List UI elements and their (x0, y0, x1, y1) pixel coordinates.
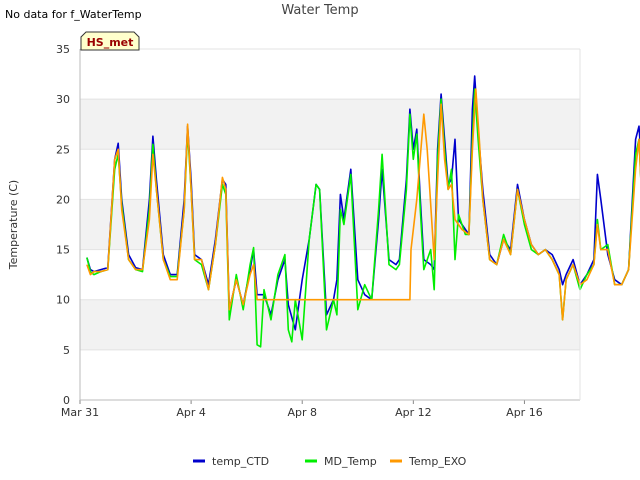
legend-label: Temp_EXO (408, 455, 467, 468)
y-tick-label: 30 (56, 93, 70, 106)
y-tick-label: 10 (56, 294, 70, 307)
x-tick-label: Apr 16 (506, 406, 543, 419)
y-tick-label: 15 (56, 244, 70, 257)
legend-label: temp_CTD (212, 455, 269, 468)
chart-title: Water Temp (281, 3, 358, 18)
water-temp-chart: 05101520253035Mar 31 Apr 4 Apr 8 Apr 12 Apr … (7, 3, 640, 468)
y-tick-label: 35 (56, 43, 70, 56)
y-tick-label: 5 (63, 344, 70, 357)
site-badge-label: HS_met (87, 36, 134, 49)
legend-label: MD_Temp (324, 455, 377, 468)
x-tick-label: Apr 8 (287, 406, 317, 419)
y-tick-label: 20 (56, 193, 70, 206)
x-tick-label: Apr 4 (176, 406, 206, 419)
x-tick-label: Apr 12 (395, 406, 432, 419)
y-tick-label: 25 (56, 143, 70, 156)
grid-band (80, 99, 580, 150)
x-tick-label: Mar 31 (61, 406, 99, 419)
y-axis-label: Temperature (C) (7, 180, 20, 270)
